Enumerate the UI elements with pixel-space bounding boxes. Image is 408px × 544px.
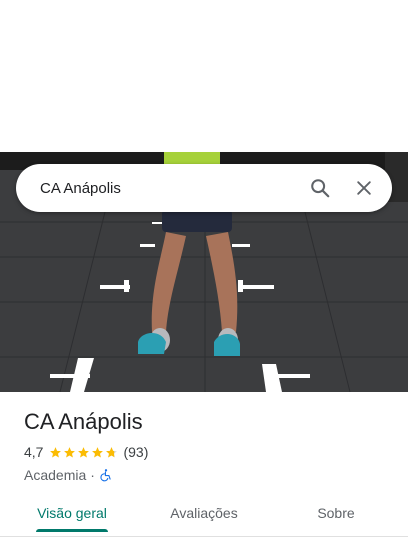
search-button[interactable]: [302, 170, 338, 206]
star-full-icon: [78, 446, 90, 457]
search-icon: [311, 179, 330, 198]
place-info: CA Anápolis 4,7 (93) Academia ·: [24, 408, 394, 484]
wheelchair-accessible-icon: [100, 469, 111, 482]
place-title: CA Anápolis: [24, 409, 143, 434]
tab-reviews[interactable]: Avaliações: [156, 494, 252, 532]
star-full-icon: [64, 446, 76, 457]
place-category: Academia: [24, 467, 87, 483]
close-icon: [357, 181, 371, 195]
blank-header-area: [0, 0, 408, 152]
tab-about[interactable]: Sobre: [300, 494, 372, 532]
search-bar[interactable]: CA Anápolis: [16, 164, 392, 212]
rating-value: 4,7: [24, 444, 44, 460]
category-row: Academia ·: [24, 466, 394, 484]
star-partial-icon: [106, 446, 118, 457]
star-full-icon: [50, 446, 62, 457]
place-tabs: Visão geral Avaliações Sobre: [0, 494, 408, 536]
search-input[interactable]: CA Anápolis: [16, 180, 302, 197]
star-full-icon: [92, 446, 104, 457]
close-button[interactable]: [346, 170, 382, 206]
separator-dot: ·: [90, 467, 95, 483]
tab-overview[interactable]: Visão geral: [24, 494, 120, 532]
review-count: (93): [123, 444, 149, 460]
rating-stars: [49, 446, 119, 459]
rating-row[interactable]: 4,7 (93): [24, 442, 394, 462]
tabs-divider: [0, 536, 408, 537]
